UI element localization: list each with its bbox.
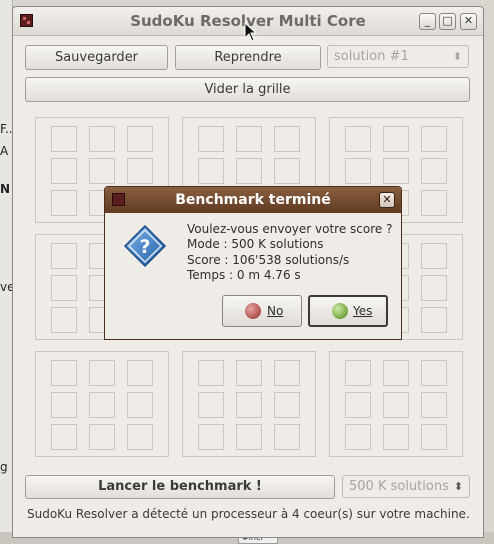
dialog-close-button[interactable]: ✕ <box>379 192 395 208</box>
dialog-time-line: Temps : 0 m 4.76 s <box>187 268 301 282</box>
sudoku-cell[interactable] <box>127 126 153 152</box>
benchmark-size-value: 500 K solutions <box>349 479 449 494</box>
sudoku-cell[interactable] <box>345 158 371 184</box>
benchmark-size-select[interactable]: 500 K solutions ⬍ <box>342 475 470 498</box>
sudoku-cell[interactable] <box>383 158 409 184</box>
sudoku-cell[interactable] <box>198 126 224 152</box>
sudoku-cell[interactable] <box>89 360 115 386</box>
sudoku-cell[interactable] <box>198 158 224 184</box>
sudoku-cell[interactable] <box>421 424 447 450</box>
resume-button[interactable]: Reprendre <box>175 45 321 70</box>
solution-select[interactable]: solution #1 ⬍ <box>327 45 469 68</box>
sudoku-cell[interactable] <box>89 126 115 152</box>
sudoku-cell[interactable] <box>89 424 115 450</box>
sudoku-cell[interactable] <box>127 424 153 450</box>
sudoku-cell[interactable] <box>236 360 262 386</box>
sudoku-box <box>329 351 463 457</box>
minimize-button[interactable]: _ <box>419 13 436 30</box>
sudoku-cell[interactable] <box>198 360 224 386</box>
background-fragment: ve <box>0 280 12 294</box>
sudoku-cell[interactable] <box>236 126 262 152</box>
sudoku-cell[interactable] <box>236 158 262 184</box>
sudoku-cell[interactable] <box>51 243 77 269</box>
chevron-updown-icon: ⬍ <box>453 480 463 493</box>
chevron-updown-icon: ⬍ <box>452 50 462 63</box>
dialog-title: Benchmark terminé <box>175 192 331 208</box>
sudoku-cell[interactable] <box>421 243 447 269</box>
sudoku-cell[interactable] <box>345 360 371 386</box>
sudoku-cell[interactable] <box>345 424 371 450</box>
sudoku-cell[interactable] <box>274 360 300 386</box>
dialog-mode-line: Mode : 500 K solutions <box>187 237 324 251</box>
sudoku-cell[interactable] <box>383 126 409 152</box>
sudoku-cell[interactable] <box>89 392 115 418</box>
sudoku-cell[interactable] <box>127 158 153 184</box>
launch-benchmark-button[interactable]: Lancer le benchmark ! <box>25 475 335 499</box>
no-button-label: No <box>267 304 284 318</box>
clear-grid-button[interactable]: Vider la grille <box>25 77 470 102</box>
sudoku-cell[interactable] <box>274 424 300 450</box>
sudoku-cell[interactable] <box>89 158 115 184</box>
background-fragment: A <box>0 144 9 158</box>
status-text: SudoKu Resolver a détecté un processeur … <box>27 507 470 521</box>
sudoku-cell[interactable] <box>51 126 77 152</box>
sudoku-cell[interactable] <box>421 392 447 418</box>
close-button[interactable]: ✕ <box>460 13 477 30</box>
sudoku-cell[interactable] <box>421 307 447 333</box>
sudoku-cell[interactable] <box>236 392 262 418</box>
sudoku-cell[interactable] <box>345 126 371 152</box>
sudoku-cell[interactable] <box>51 360 77 386</box>
sudoku-cell[interactable] <box>383 424 409 450</box>
sudoku-cell[interactable] <box>51 275 77 301</box>
question-icon: ? <box>123 224 167 268</box>
sudoku-cell[interactable] <box>127 360 153 386</box>
sudoku-cell[interactable] <box>127 392 153 418</box>
sudoku-cell[interactable] <box>383 392 409 418</box>
yes-button-label: Yes <box>353 304 373 318</box>
benchmark-dialog: Benchmark terminé ✕ ? Voulez-vous envoye… <box>104 186 402 340</box>
sudoku-cell[interactable] <box>51 190 77 216</box>
sudoku-cell[interactable] <box>383 360 409 386</box>
sudoku-cell[interactable] <box>198 392 224 418</box>
sudoku-cell[interactable] <box>345 392 371 418</box>
sudoku-cell[interactable] <box>421 190 447 216</box>
sudoku-cell[interactable] <box>236 424 262 450</box>
dialog-question: Voulez-vous envoyer votre score ? <box>187 222 393 236</box>
sudoku-cell[interactable] <box>51 307 77 333</box>
solution-select-value: solution #1 <box>334 49 409 64</box>
sudoku-cell[interactable] <box>51 424 77 450</box>
maximize-button[interactable]: □ <box>439 13 456 30</box>
sudoku-cell[interactable] <box>421 158 447 184</box>
save-button[interactable]: Sauvegarder <box>25 45 168 70</box>
yes-icon <box>332 303 348 319</box>
dialog-title-bar[interactable]: Benchmark terminé ✕ <box>105 187 401 213</box>
sudoku-cell[interactable] <box>198 424 224 450</box>
background-fragment: F... <box>0 122 12 136</box>
sudoku-cell[interactable] <box>51 158 77 184</box>
dialog-score-line: Score : 106'538 solutions/s <box>187 253 350 267</box>
sudoku-cell[interactable] <box>274 158 300 184</box>
sudoku-cell[interactable] <box>421 126 447 152</box>
no-icon <box>245 303 261 319</box>
sudoku-cell[interactable] <box>421 360 447 386</box>
sudoku-box <box>35 351 169 457</box>
no-button[interactable]: No <box>222 295 302 327</box>
svg-text:?: ? <box>139 236 150 258</box>
sudoku-cell[interactable] <box>274 126 300 152</box>
background-fragment: N <box>0 182 11 196</box>
sudoku-cell[interactable] <box>274 392 300 418</box>
mouse-pointer-icon <box>244 22 258 42</box>
sudoku-box <box>182 351 316 457</box>
yes-button[interactable]: Yes <box>308 295 388 327</box>
sudoku-cell[interactable] <box>51 392 77 418</box>
background-fragment: g <box>0 460 8 474</box>
sudoku-cell[interactable] <box>421 275 447 301</box>
